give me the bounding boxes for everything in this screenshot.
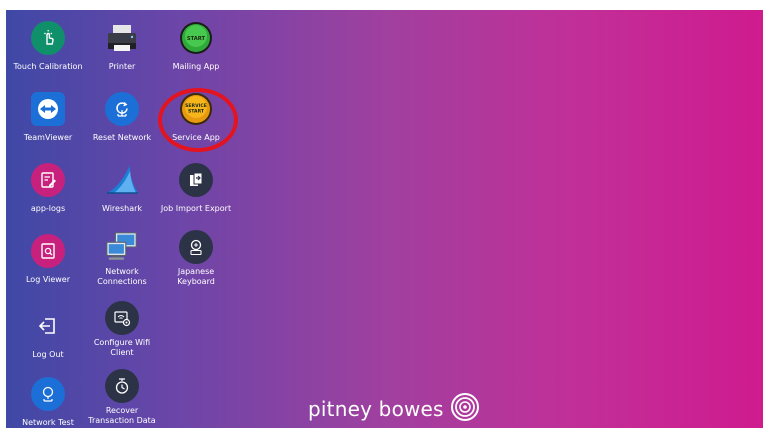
printer-icon	[104, 20, 140, 56]
icon-label: Reset Network	[92, 133, 152, 142]
desktop-icon-reset-network[interactable]: Reset Network	[82, 83, 162, 155]
desktop-icon-network-test[interactable]: Network Test	[8, 368, 88, 428]
desktop-icon-network-connections[interactable]: Network Connections	[82, 225, 162, 297]
icon-label-line1: Recover	[105, 406, 139, 415]
teamviewer-icon	[30, 91, 66, 127]
wireshark-fin-icon	[104, 162, 140, 198]
import-export-icon	[178, 162, 214, 198]
desktop-icon-recover-transaction-data[interactable]: Recover Transaction Data	[82, 364, 162, 428]
desktop: Touch Calibration Printer START Mailing …	[6, 10, 763, 428]
desktop-icon-log-out[interactable]: Log Out	[8, 300, 88, 372]
brand-wordmark: pitney bowes	[308, 397, 444, 421]
icon-label: Touch Calibration	[13, 62, 83, 71]
log-viewer-icon	[30, 233, 66, 269]
start-button-icon: START	[178, 20, 214, 56]
desktop-icon-log-viewer[interactable]: Log Viewer	[8, 225, 88, 297]
desktop-icon-japanese-keyboard[interactable]: Japanese Keyboard	[156, 225, 236, 297]
icon-label-line2: Client	[110, 348, 134, 357]
desktop-icon-mailing-app[interactable]: START Mailing App	[156, 12, 236, 84]
icon-label-line1: Japanese	[177, 267, 215, 276]
logout-icon	[30, 308, 66, 344]
icon-label: Wireshark	[101, 204, 143, 213]
icon-label-line2: Connections	[97, 277, 147, 286]
icon-label: Log Viewer	[25, 275, 71, 284]
desktop-icon-wireshark[interactable]: Wireshark	[82, 154, 162, 226]
pitney-bowes-brand: pitney bowes	[308, 392, 480, 426]
desktop-icon-configure-wifi-client[interactable]: Configure Wifi Client	[82, 296, 162, 368]
icon-label-line1: Configure Wifi	[93, 338, 151, 347]
wifi-config-icon	[104, 300, 140, 336]
desktop-icon-job-import-export[interactable]: Job Import Export	[156, 154, 236, 226]
app-logs-icon	[30, 162, 66, 198]
network-test-icon	[30, 376, 66, 412]
icon-label: Log Out	[32, 350, 64, 359]
network-reset-icon	[104, 91, 140, 127]
icon-label-line2: Keyboard	[177, 277, 215, 286]
icon-label: Network Test	[22, 418, 74, 427]
highlight-circle	[158, 88, 238, 152]
desktop-icon-touch-calibration[interactable]: Touch Calibration	[8, 12, 88, 84]
icon-label: TeamViewer	[23, 133, 73, 142]
icon-label: app-logs	[30, 204, 66, 213]
desktop-icon-app-logs[interactable]: app-logs	[8, 154, 88, 226]
icon-label-line1: Network	[105, 267, 139, 276]
japanese-keyboard-icon	[178, 229, 214, 265]
pitney-bowes-logo-icon	[450, 392, 480, 426]
network-computers-icon	[104, 229, 140, 265]
icon-label-line2: Transaction Data	[88, 416, 156, 425]
icon-label: Mailing App	[172, 62, 220, 71]
start-badge-text: START	[187, 36, 206, 42]
hand-touch-icon	[30, 20, 66, 56]
desktop-icon-printer[interactable]: Printer	[82, 12, 162, 84]
icon-label: Job Import Export	[160, 204, 232, 213]
desktop-icon-teamviewer[interactable]: TeamViewer	[8, 83, 88, 155]
icon-label: Printer	[108, 62, 136, 71]
recover-data-icon	[104, 368, 140, 404]
